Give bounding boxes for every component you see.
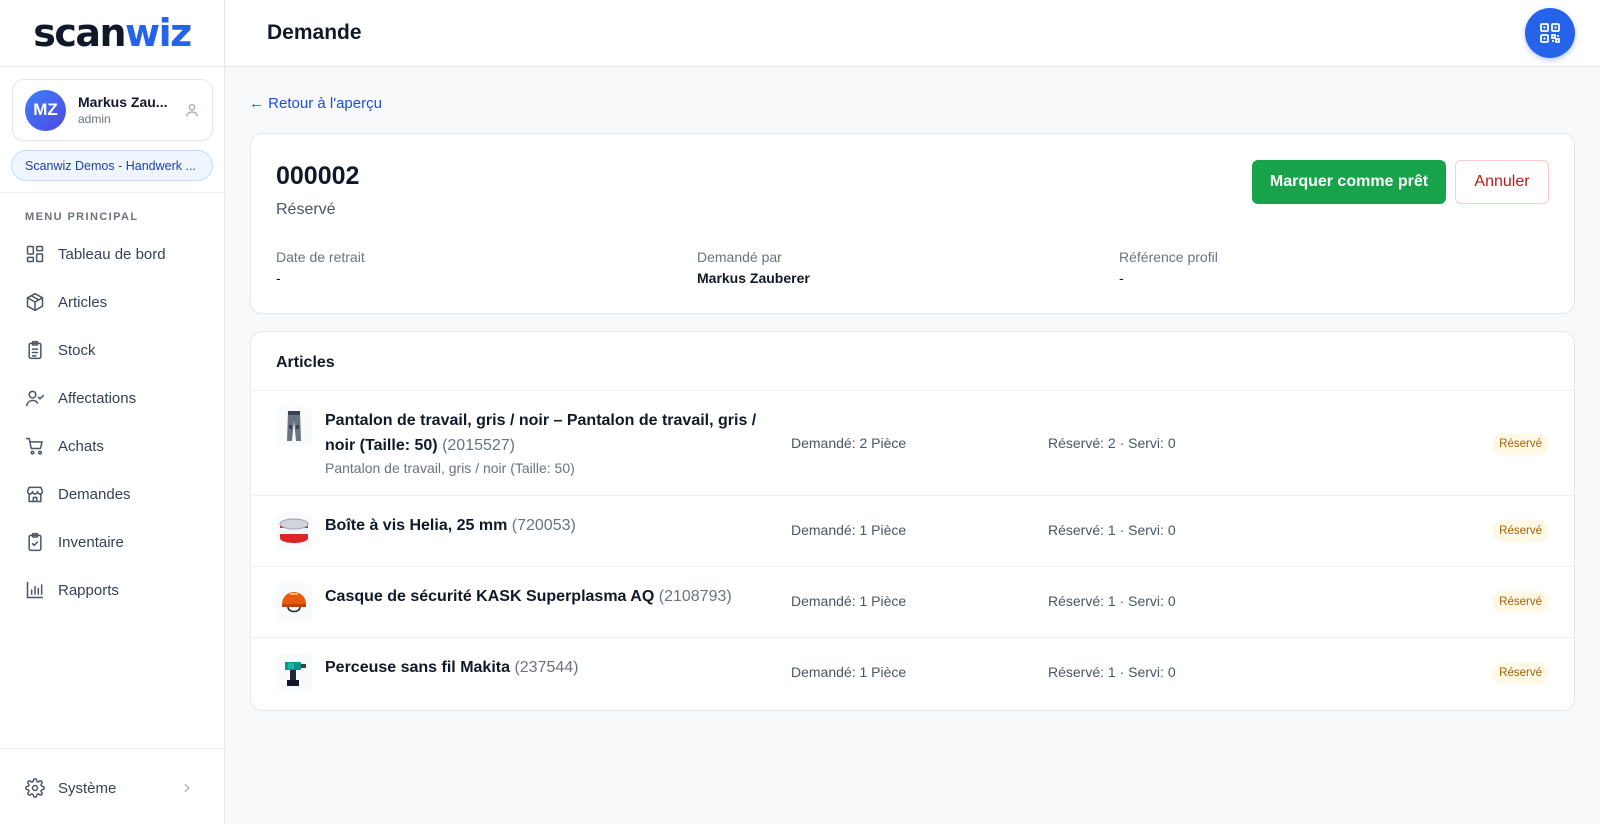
user-info: Markus Zau... admin [78,94,184,126]
sidebar-item-system[interactable]: Système [14,764,212,812]
system-label: Système [58,779,117,797]
reserved-served: Réservé: 1 · Servi: 0 [1048,522,1176,538]
cancel-button[interactable]: Annuler [1455,160,1549,204]
user-role: admin [78,112,111,126]
sidebar-item-label: Rapports [58,581,119,599]
store-icon [26,486,44,503]
request-status: Réservé [276,201,336,218]
gear-icon [25,778,45,798]
request-number: 000002 [276,162,360,190]
package-icon [26,292,44,312]
cart-icon [25,437,43,455]
pickup-date-field: Date de retrait - [276,249,365,286]
dashboard-icon [26,245,44,263]
screw-box-image [276,512,312,550]
user-icon[interactable] [184,102,200,118]
field-label: Demandé par [697,249,782,265]
user-name: Markus Zau... [78,94,168,110]
top-bar: Demande [225,0,1600,67]
page-title: Demande [267,21,362,44]
sidebar-item-articles[interactable]: Articles [14,278,212,326]
status-badge: Réservé [1492,591,1549,613]
status-badge: Réservé [1492,662,1549,684]
product-name: Boîte à vis Helia, 25 mm (720053) [325,517,576,534]
logo-area: scanwiz [0,0,224,67]
product-code: (2108793) [658,588,732,605]
sidebar-item-stock[interactable]: Stock [14,326,212,374]
sidebar-item-demandes[interactable]: Demandes [14,470,212,518]
field-value: - [276,270,281,286]
request-summary-card: 000002 Réservé Marquer comme prêt Annule… [250,133,1575,314]
sidebar-item-affectations[interactable]: Affectations [14,374,212,422]
main-menu: Tableau de bord Articles Stock Affectati… [14,230,212,614]
qr-scan-button[interactable] [1525,8,1575,58]
table-row[interactable]: Perceuse sans fil Makita (237544) Demand… [251,637,1574,712]
clipboard-check-icon [28,532,42,552]
field-label: Référence profil [1119,249,1218,265]
sidebar-item-achats[interactable]: Achats [14,422,212,470]
scanwiz-logo[interactable]: scanwiz [33,14,192,52]
sidebar-item-rapports[interactable]: Rapports [14,566,212,614]
pants-image [276,407,312,445]
profile-reference-field: Référence profil - [1119,249,1218,286]
sidebar-item-dashboard[interactable]: Tableau de bord [14,230,212,278]
sidebar-item-label: Achats [58,437,104,455]
back-to-overview-link[interactable]: ← Retour à l'aperçu [249,95,382,112]
sidebar-item-label: Affectations [58,389,137,407]
sidebar-item-inventaire[interactable]: Inventaire [14,518,212,566]
user-card[interactable]: MZ Markus Zau... admin [12,79,213,141]
field-value: - [1119,270,1124,286]
mark-ready-button[interactable]: Marquer comme prêt [1252,160,1446,204]
product-info: Casque de sécurité KASK Superplasma AQ (… [325,584,765,609]
product-subtitle: Pantalon de travail, gris / noir (Taille… [325,460,575,476]
articles-title: Articles [276,354,335,371]
qr-code-icon [1540,23,1560,43]
sidebar-item-label: Stock [58,341,96,359]
table-row[interactable]: Boîte à vis Helia, 25 mm (720053) Demand… [251,495,1574,566]
product-info: Pantalon de travail, gris / noir – Panta… [325,408,765,476]
drill-image [276,654,312,692]
sidebar-item-label: Inventaire [58,533,124,551]
requested-quantity: Demandé: 1 Pièce [791,664,907,680]
product-name: Perceuse sans fil Makita (237544) [325,659,579,676]
articles-card: Articles Pantalon de travail, gris / noi… [250,331,1575,711]
status-badge: Réservé [1492,433,1549,455]
product-code: (237544) [514,659,579,676]
product-code: (2015527) [442,437,516,454]
sidebar: scanwiz MZ Markus Zau... admin Scanwiz D… [0,0,225,824]
product-info: Perceuse sans fil Makita (237544) [325,655,765,680]
bar-chart-icon [26,581,44,599]
chevron-right-icon [184,783,190,793]
status-badge: Réservé [1492,520,1549,542]
requested-by-field: Demandé par Markus Zauberer [697,249,810,286]
requested-quantity: Demandé: 2 Pièce [791,435,907,451]
menu-title: MENU PRINCIPAL [25,211,139,223]
requested-quantity: Demandé: 1 Pièce [791,593,907,609]
field-label: Date de retrait [276,249,365,265]
user-check-icon [25,390,45,407]
tenant-selector[interactable]: Scanwiz Demos - Handwerk ... [11,150,213,181]
sidebar-item-label: Demandes [58,485,131,503]
reserved-served: Réservé: 1 · Servi: 0 [1048,664,1176,680]
requested-quantity: Demandé: 1 Pièce [791,522,907,538]
divider [0,748,225,749]
table-row[interactable]: Pantalon de travail, gris / noir – Panta… [251,390,1574,495]
avatar: MZ [25,89,66,131]
reserved-served: Réservé: 2 · Servi: 0 [1048,435,1176,451]
sidebar-item-label: Articles [58,293,108,311]
field-value: Markus Zauberer [697,270,810,286]
product-code: (720053) [511,517,576,534]
table-row[interactable]: Casque de sécurité KASK Superplasma AQ (… [251,566,1574,637]
divider [0,192,225,193]
product-name: Casque de sécurité KASK Superplasma AQ (… [325,588,732,605]
sidebar-item-label: Tableau de bord [58,245,166,263]
reserved-served: Réservé: 1 · Servi: 0 [1048,593,1176,609]
product-info: Boîte à vis Helia, 25 mm (720053) [325,513,765,538]
product-name: Pantalon de travail, gris / noir – Panta… [325,412,757,454]
clipboard-list-icon [28,340,42,360]
helmet-image [276,583,312,621]
